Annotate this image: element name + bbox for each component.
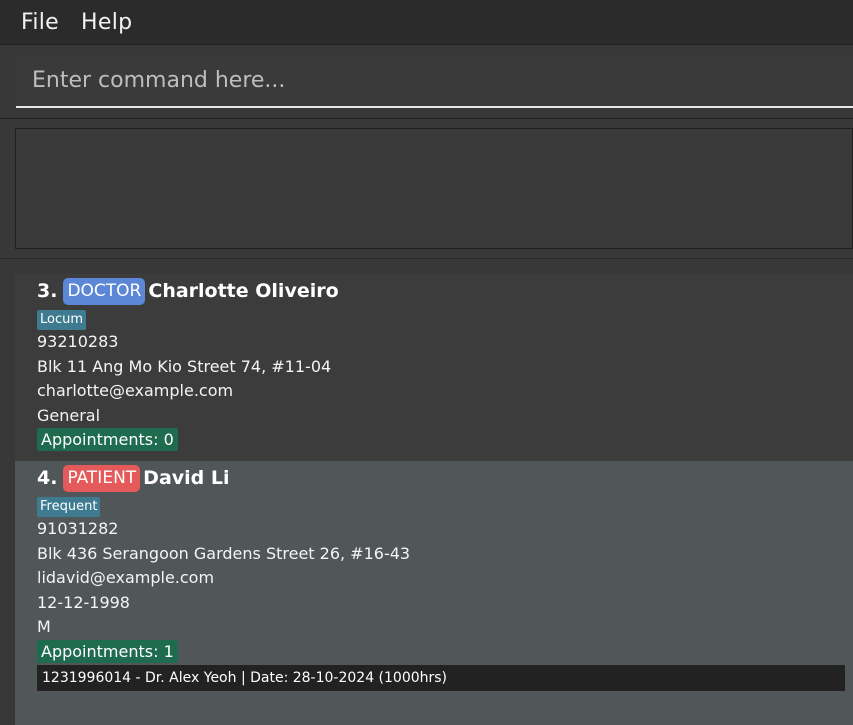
person-tag: Locum	[37, 310, 87, 330]
command-input[interactable]	[16, 55, 853, 108]
person-index: 3.	[37, 280, 58, 302]
result-display	[15, 128, 853, 249]
person-list[interactable]: 3. DOCTOR Charlotte Oliveiro Locum 93210…	[0, 259, 853, 725]
appointments-badge: Appointments: 1	[37, 639, 178, 663]
appointment-item: 1231996014 - Dr. Alex Yeoh | Date: 28-10…	[37, 664, 845, 691]
person-address: Blk 436 Serangoon Gardens Street 26, #16…	[37, 543, 411, 563]
person-phone: 93210283	[37, 332, 119, 351]
person-email: lidavid@example.com	[37, 568, 215, 587]
menu-help[interactable]: Help	[70, 10, 143, 35]
person-specialty: General	[37, 405, 101, 425]
person-index: 4.	[37, 467, 58, 489]
appointments-badge: Appointments: 0	[37, 428, 178, 451]
command-box	[0, 45, 853, 119]
result-display-area	[0, 119, 853, 259]
person-gender: M	[37, 617, 51, 636]
person-address: Blk 11 Ang Mo Kio Street 74, #11-04	[37, 356, 332, 376]
person-email: charlotte@example.com	[37, 381, 234, 400]
menu-file[interactable]: File	[0, 10, 70, 35]
person-card[interactable]: 3. DOCTOR Charlotte Oliveiro Locum 93210…	[15, 274, 853, 461]
card-header: 3. DOCTOR Charlotte Oliveiro	[37, 274, 853, 308]
role-badge: DOCTOR	[63, 277, 146, 305]
person-dob: 12-12-1998	[37, 592, 130, 612]
person-name: David Li	[143, 467, 230, 489]
person-card[interactable]: 4. PATIENT David Li Frequent 91031282 Bl…	[15, 461, 853, 725]
person-phone: 91031282	[37, 519, 119, 538]
menu-bar: File Help	[0, 0, 853, 45]
role-badge: PATIENT	[63, 464, 141, 492]
card-header: 4. PATIENT David Li	[37, 461, 853, 495]
person-name: Charlotte Oliveiro	[148, 280, 339, 302]
person-tag: Frequent	[37, 497, 101, 517]
